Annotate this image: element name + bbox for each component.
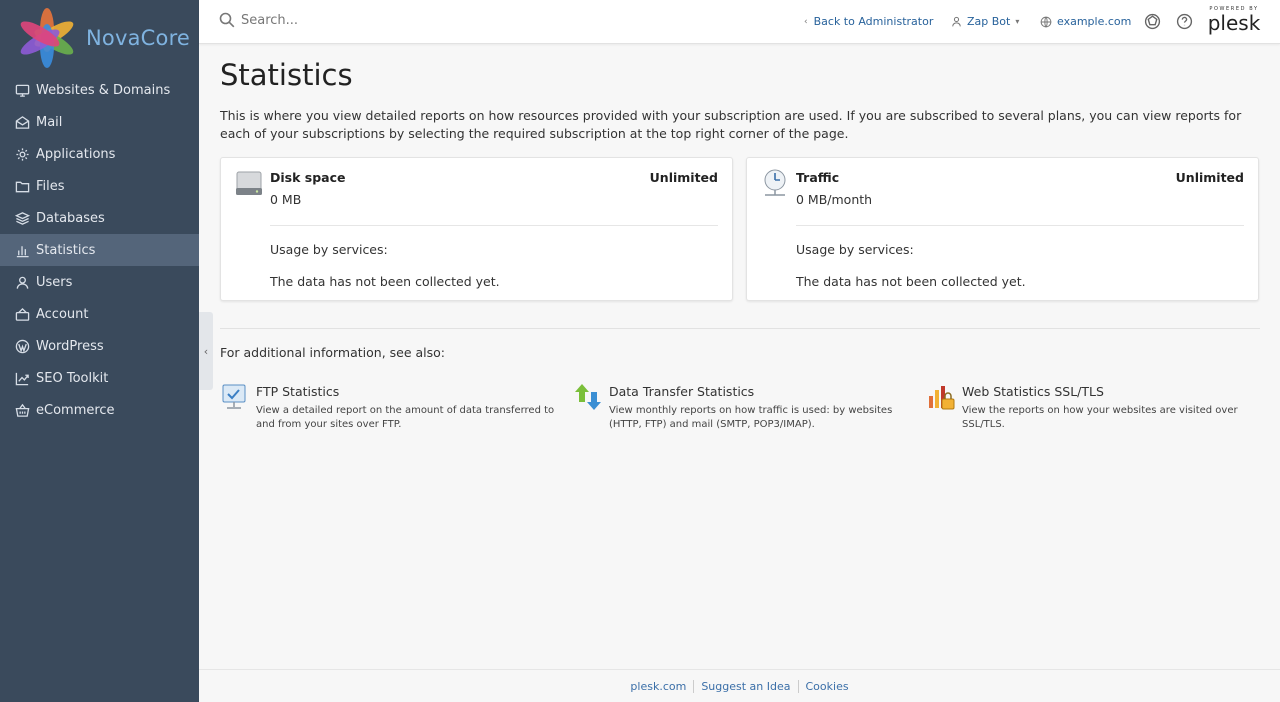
sidebar-item-label: Account	[36, 306, 89, 322]
sidebar-item-websites-domains[interactable]: Websites & Domains	[0, 74, 199, 106]
page-title: Statistics	[220, 58, 353, 92]
footer-link-suggest-idea[interactable]: Suggest an Idea	[694, 680, 797, 693]
novacore-logo-icon	[20, 8, 74, 68]
powered-by-plesk[interactable]: POWERED BY plesk	[1206, 6, 1262, 34]
related-desc: View monthly reports on how traffic is u…	[609, 405, 893, 430]
sidebar-item-applications[interactable]: Applications	[0, 138, 199, 170]
monitor-icon	[14, 82, 30, 98]
account-icon	[14, 306, 30, 322]
related-title: Data Transfer Statistics	[609, 384, 755, 399]
chevron-left-icon: ‹	[804, 16, 808, 27]
search-box	[219, 12, 541, 28]
search-input[interactable]	[241, 12, 541, 28]
help-icon	[1176, 13, 1193, 30]
sidebar-item-label: Statistics	[36, 242, 96, 258]
sidebar-item-seo-toolkit[interactable]: SEO Toolkit	[0, 362, 199, 394]
sidebar-item-label: Files	[36, 178, 65, 194]
brand-logo[interactable]: NovaCore	[16, 6, 196, 70]
sidebar-item-label: Websites & Domains	[36, 82, 171, 98]
transfer-arrows-icon	[575, 384, 601, 410]
card-usage-label: Usage by services:	[270, 242, 388, 257]
user-icon	[14, 274, 30, 290]
user-label: Zap Bot	[967, 15, 1011, 28]
basket-icon	[14, 402, 30, 418]
page-intro: This is where you view detailed reports …	[220, 108, 1242, 141]
sidebar-collapse-button[interactable]: ‹	[199, 312, 213, 390]
gear-icon	[14, 146, 30, 162]
sidebar-item-wordpress[interactable]: WordPress	[0, 330, 199, 362]
traffic-card: Traffic 0 MB/month Unlimited Usage by se…	[746, 157, 1259, 301]
sidebar-item-label: eCommerce	[36, 402, 115, 418]
sidebar-item-label: Mail	[36, 114, 63, 130]
card-divider	[270, 225, 718, 226]
card-usage-label: Usage by services:	[796, 242, 914, 257]
plesk-brand: plesk	[1207, 11, 1261, 35]
sidebar: NovaCore Websites & Domains Mail Applica…	[0, 0, 199, 702]
footer-link-cookies[interactable]: Cookies	[799, 680, 856, 693]
seo-icon	[14, 370, 30, 386]
related-title: FTP Statistics	[256, 384, 340, 399]
domain-label: example.com	[1057, 15, 1132, 28]
section-divider	[220, 328, 1260, 329]
sidebar-item-label: Databases	[36, 210, 105, 226]
card-divider	[796, 225, 1244, 226]
user-icon	[952, 16, 961, 27]
sidebar-item-account[interactable]: Account	[0, 298, 199, 330]
domain-selector[interactable]: example.com	[1040, 15, 1131, 28]
related-desc: View a detailed report on the amount of …	[256, 405, 555, 430]
hard-drive-icon	[236, 171, 262, 195]
disk-space-card: Disk space 0 MB Unlimited Usage by servi…	[220, 157, 733, 301]
related-desc: View the reports on how your websites ar…	[962, 405, 1238, 430]
help-button[interactable]	[1176, 13, 1193, 30]
ftp-statistics-icon	[222, 384, 246, 409]
card-limit: Unlimited	[1175, 170, 1244, 185]
footer-link-plesk[interactable]: plesk.com	[623, 680, 693, 693]
card-value: 0 MB/month	[796, 192, 873, 207]
related-title: Web Statistics SSL/TLS	[962, 384, 1104, 399]
sidebar-item-files[interactable]: Files	[0, 170, 199, 202]
card-title: Disk space	[270, 170, 346, 185]
sidebar-item-mail[interactable]: Mail	[0, 106, 199, 138]
sidebar-item-label: WordPress	[36, 338, 104, 354]
see-also-heading: For additional information, see also:	[220, 345, 446, 360]
sidebar-nav: Websites & Domains Mail Applications Fil…	[0, 74, 199, 426]
card-nodata-text: The data has not been collected yet.	[796, 274, 1026, 289]
sidebar-item-users[interactable]: Users	[0, 266, 199, 298]
sidebar-item-label: Users	[36, 274, 73, 290]
globe-icon	[1040, 16, 1052, 27]
layers-icon	[14, 210, 30, 226]
chevron-down-icon: ▾	[1015, 17, 1020, 26]
page-footer: plesk.com Suggest an Idea Cookies	[199, 669, 1280, 702]
bar-chart-icon	[14, 242, 30, 258]
card-title: Traffic	[796, 170, 840, 185]
envelope-icon	[14, 114, 30, 130]
card-value: 0 MB	[270, 192, 302, 207]
sidebar-item-label: Applications	[36, 146, 116, 162]
extensions-button[interactable]	[1144, 13, 1161, 30]
card-limit: Unlimited	[649, 170, 718, 185]
sidebar-item-ecommerce[interactable]: eCommerce	[0, 394, 199, 426]
sidebar-item-label: SEO Toolkit	[36, 370, 109, 386]
folder-icon	[14, 178, 30, 194]
traffic-gauge-icon	[764, 169, 786, 196]
search-icon	[219, 12, 235, 28]
top-header: ‹ Back to Administrator Zap Bot ▾ exampl…	[199, 0, 1280, 44]
user-menu[interactable]: Zap Bot ▾	[951, 15, 1019, 28]
back-to-administrator-link[interactable]: ‹ Back to Administrator	[804, 15, 933, 28]
sidebar-item-databases[interactable]: Databases	[0, 202, 199, 234]
back-label: Back to Administrator	[813, 15, 934, 28]
wordpress-icon	[14, 338, 30, 354]
ssl-chart-lock-icon	[929, 386, 955, 410]
brand-name: NovaCore	[86, 26, 191, 50]
sidebar-item-statistics[interactable]: Statistics	[0, 234, 199, 266]
card-nodata-text: The data has not been collected yet.	[270, 274, 500, 289]
puzzle-icon	[1144, 13, 1161, 30]
